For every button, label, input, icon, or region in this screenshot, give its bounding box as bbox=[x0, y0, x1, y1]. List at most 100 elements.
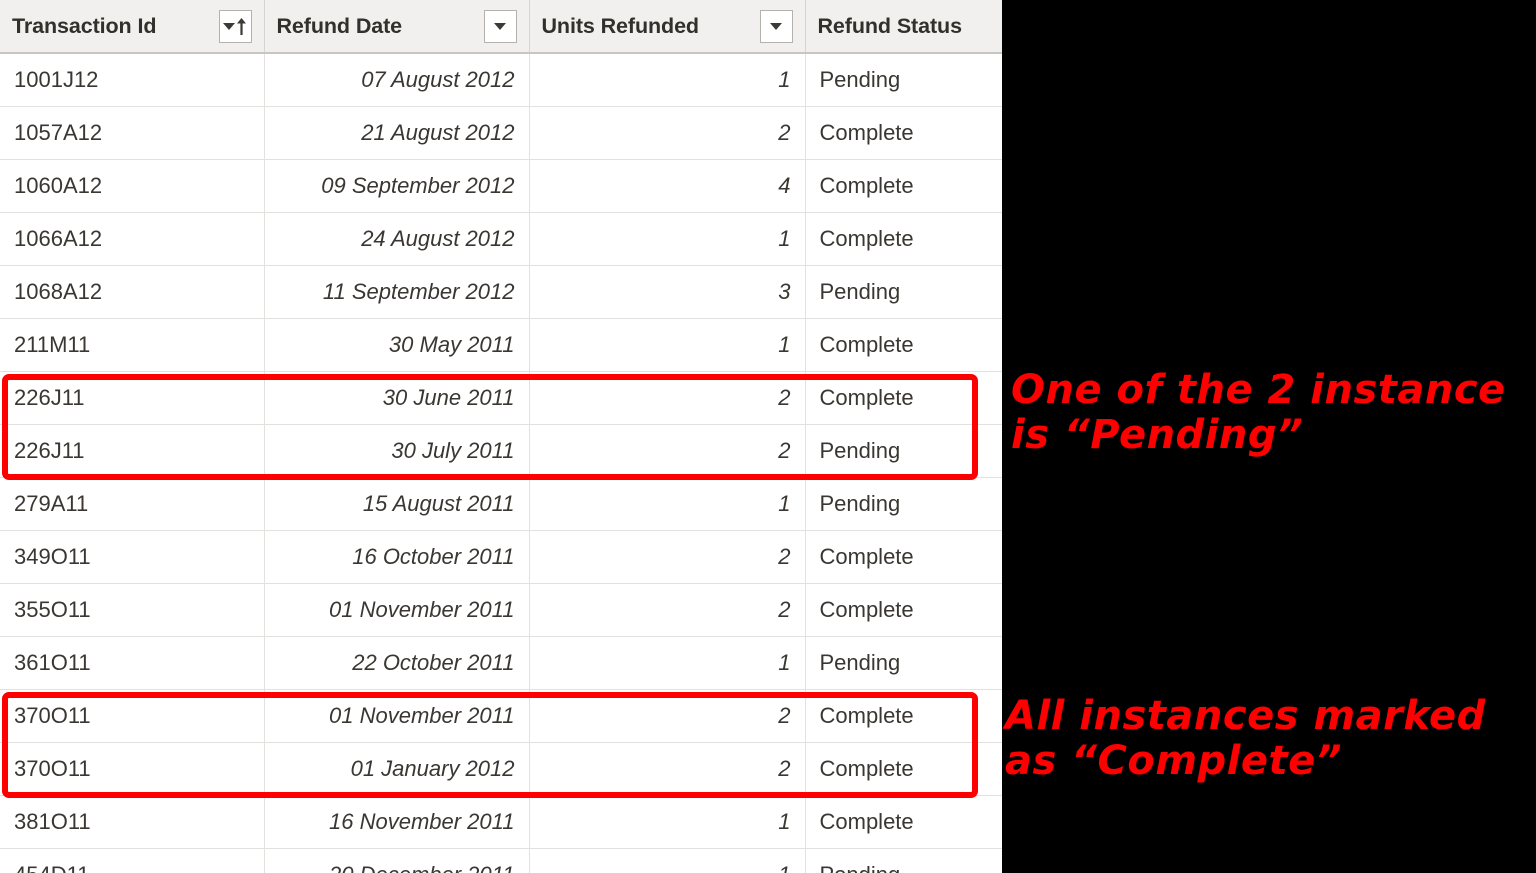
table-row[interactable]: 355O11 01 November 2011 2 Complete bbox=[0, 583, 1002, 637]
sort-ascending-filter-icon[interactable] bbox=[218, 9, 252, 43]
cell-transaction-id[interactable]: 1068A12 bbox=[0, 265, 265, 319]
cell-refund-status[interactable]: Pending bbox=[805, 636, 1002, 690]
cell-units-refunded[interactable]: 4 bbox=[529, 159, 806, 213]
table-body: 1001J12 07 August 2012 1 Pending 1057A12 21 A… bbox=[0, 53, 1002, 873]
cell-refund-date[interactable]: 30 July 2011 bbox=[264, 424, 530, 478]
cell-refund-date[interactable]: 24 August 2012 bbox=[264, 212, 530, 266]
cell-refund-status[interactable]: Pending bbox=[805, 265, 1002, 319]
cell-units-refunded[interactable]: 2 bbox=[529, 530, 806, 584]
cell-units-refunded[interactable]: 1 bbox=[529, 212, 806, 266]
cell-transaction-id[interactable]: 226J11 bbox=[0, 424, 265, 478]
column-header-label: Transaction Id bbox=[12, 13, 157, 38]
cell-refund-date[interactable]: 01 January 2012 bbox=[264, 742, 530, 796]
cell-transaction-id[interactable]: 279A11 bbox=[0, 477, 265, 531]
cell-transaction-id[interactable]: 349O11 bbox=[0, 530, 265, 584]
cell-units-refunded[interactable]: 2 bbox=[529, 742, 806, 796]
cell-units-refunded[interactable]: 2 bbox=[529, 371, 806, 425]
cell-refund-status[interactable]: Complete bbox=[805, 689, 1002, 743]
refund-table-panel: Transaction Id Refund Date Units Refunde… bbox=[0, 0, 1002, 873]
arrow-up-icon bbox=[237, 17, 246, 35]
cell-refund-status[interactable]: Pending bbox=[805, 477, 1002, 531]
cell-transaction-id[interactable]: 1066A12 bbox=[0, 212, 265, 266]
callout-complete-note: All instances marked as “Complete” bbox=[1005, 693, 1486, 784]
cell-transaction-id[interactable]: 1060A12 bbox=[0, 159, 265, 213]
filter-dropdown-icon[interactable] bbox=[483, 9, 517, 43]
column-header-refund-date[interactable]: Refund Date bbox=[264, 0, 530, 54]
table-header: Transaction Id Refund Date Units Refunde… bbox=[0, 0, 1002, 54]
cell-refund-status[interactable]: Pending bbox=[805, 53, 1002, 107]
cell-refund-date[interactable]: 20 December 2011 bbox=[264, 848, 530, 873]
table-row[interactable]: 226J11 30 June 2011 2 Complete bbox=[0, 371, 1002, 425]
cell-refund-status[interactable]: Complete bbox=[805, 583, 1002, 637]
cell-units-refunded[interactable]: 2 bbox=[529, 583, 806, 637]
table-row[interactable]: 1066A12 24 August 2012 1 Complete bbox=[0, 212, 1002, 266]
cell-units-refunded[interactable]: 1 bbox=[529, 477, 806, 531]
cell-refund-status[interactable]: Complete bbox=[805, 212, 1002, 266]
table-row[interactable]: 1001J12 07 August 2012 1 Pending bbox=[0, 53, 1002, 107]
cell-transaction-id[interactable]: 454D11 bbox=[0, 848, 265, 873]
cell-transaction-id[interactable]: 1001J12 bbox=[0, 53, 265, 107]
cell-refund-date[interactable]: 09 September 2012 bbox=[264, 159, 530, 213]
cell-refund-date[interactable]: 01 November 2011 bbox=[264, 689, 530, 743]
cell-refund-date[interactable]: 16 November 2011 bbox=[264, 795, 530, 849]
column-header-refund-status[interactable]: Refund Status bbox=[805, 0, 1002, 54]
cell-refund-status[interactable]: Complete bbox=[805, 530, 1002, 584]
cell-refund-status[interactable]: Complete bbox=[805, 106, 1002, 160]
table-row[interactable]: 1068A12 11 September 2012 3 Pending bbox=[0, 265, 1002, 319]
cell-units-refunded[interactable]: 1 bbox=[529, 318, 806, 372]
cell-transaction-id[interactable]: 355O11 bbox=[0, 583, 265, 637]
table-row[interactable]: 1060A12 09 September 2012 4 Complete bbox=[0, 159, 1002, 213]
cell-refund-status[interactable]: Complete bbox=[805, 371, 1002, 425]
cell-refund-date[interactable]: 11 September 2012 bbox=[264, 265, 530, 319]
cell-refund-status[interactable]: Complete bbox=[805, 795, 1002, 849]
table-row[interactable]: 279A11 15 August 2011 1 Pending bbox=[0, 477, 1002, 531]
cell-units-refunded[interactable]: 2 bbox=[529, 689, 806, 743]
table-header-row: Transaction Id Refund Date Units Refunde… bbox=[0, 0, 1002, 54]
cell-units-refunded[interactable]: 1 bbox=[529, 636, 806, 690]
cell-refund-date[interactable]: 15 August 2011 bbox=[264, 477, 530, 531]
table-row[interactable]: 370O11 01 November 2011 2 Complete bbox=[0, 689, 1002, 743]
cell-transaction-id[interactable]: 211M11 bbox=[0, 318, 265, 372]
table-row[interactable]: 361O11 22 October 2011 1 Pending bbox=[0, 636, 1002, 690]
cell-refund-date[interactable]: 01 November 2011 bbox=[264, 583, 530, 637]
table-row[interactable]: 1057A12 21 August 2012 2 Complete bbox=[0, 106, 1002, 160]
cell-refund-status[interactable]: Complete bbox=[805, 742, 1002, 796]
cell-units-refunded[interactable]: 1 bbox=[529, 848, 806, 873]
cell-refund-status[interactable]: Pending bbox=[805, 848, 1002, 873]
callout-pending-note: One of the 2 instance is “Pending” bbox=[1011, 367, 1506, 458]
cell-transaction-id[interactable]: 226J11 bbox=[0, 371, 265, 425]
cell-units-refunded[interactable]: 2 bbox=[529, 106, 806, 160]
table-row[interactable]: 226J11 30 July 2011 2 Pending bbox=[0, 424, 1002, 478]
chevron-down-icon bbox=[223, 22, 235, 30]
column-header-transaction-id[interactable]: Transaction Id bbox=[0, 0, 265, 54]
column-header-label: Refund Status bbox=[817, 13, 963, 38]
cell-transaction-id[interactable]: 1057A12 bbox=[0, 106, 265, 160]
table-row[interactable]: 454D1120 December 20111Pending bbox=[0, 848, 1002, 873]
chevron-down-icon bbox=[494, 22, 506, 30]
cell-refund-date[interactable]: 30 June 2011 bbox=[264, 371, 530, 425]
table-row[interactable]: 349O11 16 October 2011 2 Complete bbox=[0, 530, 1002, 584]
cell-refund-status[interactable]: Complete bbox=[805, 159, 1002, 213]
cell-units-refunded[interactable]: 1 bbox=[529, 53, 806, 107]
table-row[interactable]: 370O11 01 January 2012 2 Complete bbox=[0, 742, 1002, 796]
column-header-label: Refund Date bbox=[276, 13, 403, 38]
cell-transaction-id[interactable]: 361O11 bbox=[0, 636, 265, 690]
cell-transaction-id[interactable]: 370O11 bbox=[0, 689, 265, 743]
cell-refund-date[interactable]: 22 October 2011 bbox=[264, 636, 530, 690]
cell-refund-status[interactable]: Pending bbox=[805, 424, 1002, 478]
cell-refund-status[interactable]: Complete bbox=[805, 318, 1002, 372]
cell-transaction-id[interactable]: 381O11 bbox=[0, 795, 265, 849]
cell-refund-date[interactable]: 07 August 2012 bbox=[264, 53, 530, 107]
cell-refund-date[interactable]: 30 May 2011 bbox=[264, 318, 530, 372]
cell-units-refunded[interactable]: 1 bbox=[529, 795, 806, 849]
table-row[interactable]: 211M11 30 May 2011 1 Complete bbox=[0, 318, 1002, 372]
cell-units-refunded[interactable]: 2 bbox=[529, 424, 806, 478]
filter-dropdown-icon[interactable] bbox=[759, 9, 793, 43]
cell-refund-date[interactable]: 21 August 2012 bbox=[264, 106, 530, 160]
column-header-label: Units Refunded bbox=[541, 13, 700, 38]
table-row[interactable]: 381O11 16 November 2011 1 Complete bbox=[0, 795, 1002, 849]
cell-units-refunded[interactable]: 3 bbox=[529, 265, 806, 319]
cell-transaction-id[interactable]: 370O11 bbox=[0, 742, 265, 796]
column-header-units-refunded[interactable]: Units Refunded bbox=[529, 0, 806, 54]
cell-refund-date[interactable]: 16 October 2011 bbox=[264, 530, 530, 584]
